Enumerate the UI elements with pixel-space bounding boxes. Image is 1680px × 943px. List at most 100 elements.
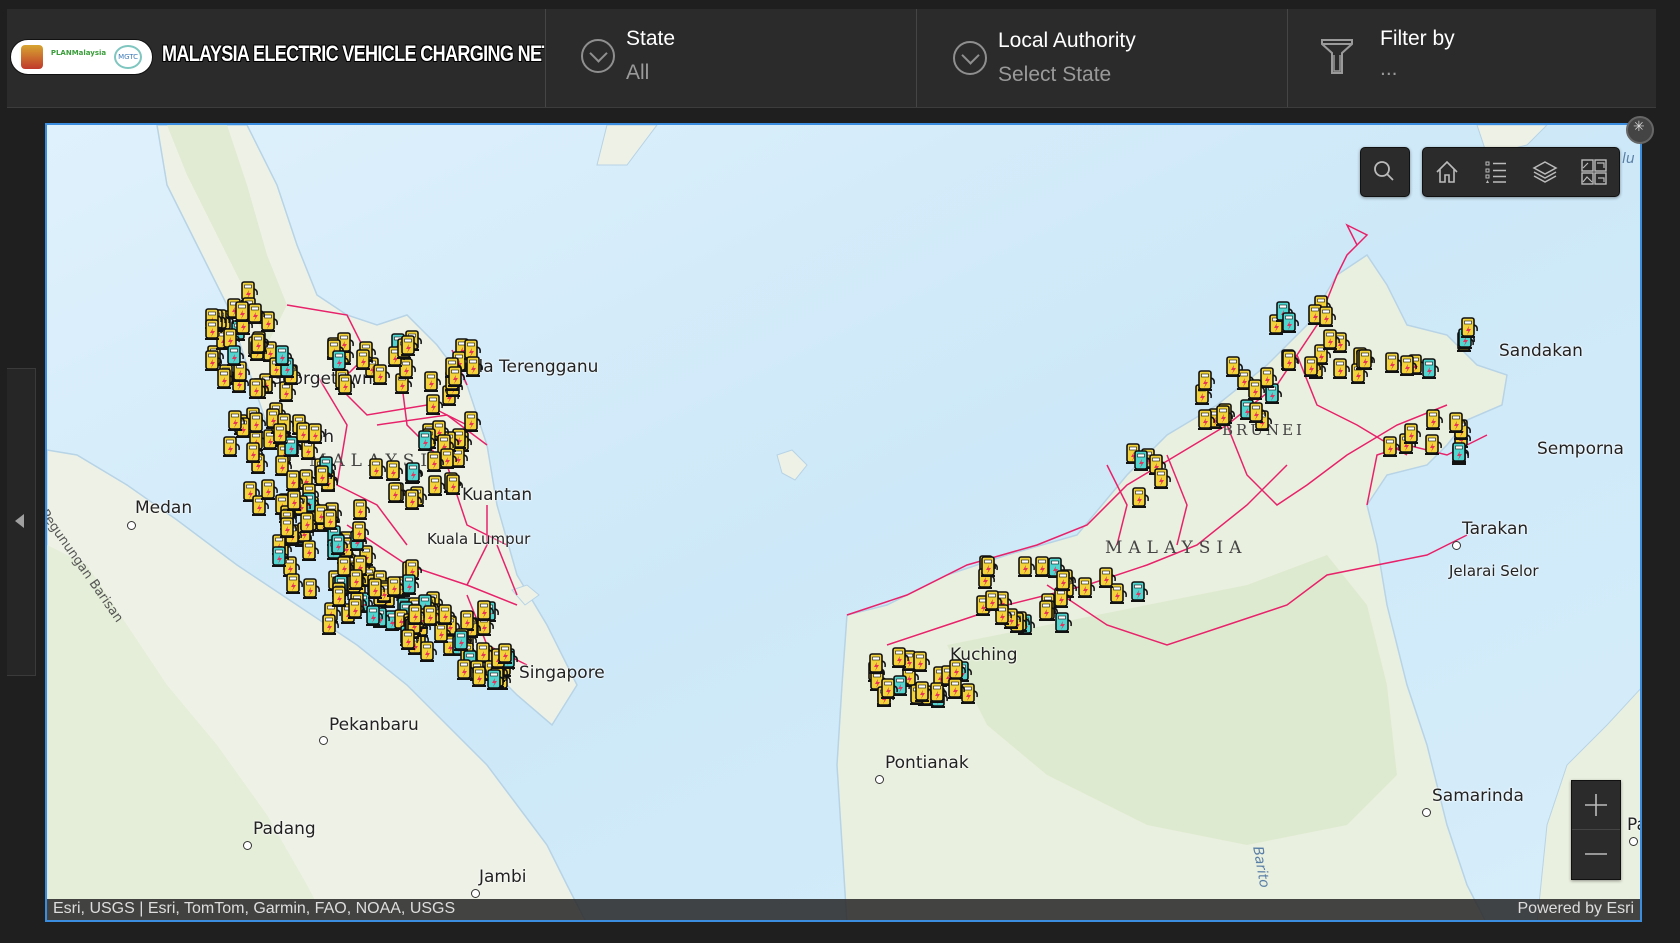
charging-station-marker[interactable]: [222, 436, 240, 458]
charging-station-marker[interactable]: [1038, 599, 1056, 621]
charging-station-marker[interactable]: [273, 423, 291, 445]
side-panel-toggle[interactable]: [7, 368, 36, 676]
charging-station-marker[interactable]: [477, 600, 495, 622]
charging-station-marker[interactable]: [279, 517, 297, 539]
charging-station-marker[interactable]: [981, 556, 999, 577]
charging-station-marker[interactable]: [406, 461, 423, 483]
charging-station-marker[interactable]: [427, 450, 445, 472]
exit-fullscreen-button[interactable]: [1626, 116, 1654, 144]
charging-station-marker[interactable]: [1098, 566, 1116, 588]
charging-station-marker[interactable]: [272, 545, 290, 567]
charging-station-marker[interactable]: [914, 681, 932, 702]
charging-station-marker[interactable]: [868, 653, 886, 674]
charging-station-marker[interactable]: [1385, 352, 1403, 374]
charging-station-marker[interactable]: [400, 629, 418, 651]
charging-station-marker[interactable]: [1131, 581, 1149, 602]
charging-station-marker[interactable]: [260, 479, 278, 500]
charging-station-marker[interactable]: [1461, 317, 1479, 339]
charging-station-marker[interactable]: [1282, 312, 1300, 333]
zoom-out-button[interactable]: [1572, 830, 1620, 878]
charging-station-marker[interactable]: [1248, 379, 1265, 401]
charging-station-marker[interactable]: [385, 459, 403, 481]
charging-station-marker[interactable]: [1383, 436, 1401, 457]
charging-station-marker[interactable]: [400, 335, 418, 357]
charging-station-marker[interactable]: [355, 349, 373, 371]
charging-station-marker[interactable]: [287, 490, 304, 512]
charging-station-marker[interactable]: [204, 318, 222, 340]
charging-station-marker[interactable]: [880, 677, 898, 699]
charging-station-marker[interactable]: [891, 647, 909, 669]
charging-station-marker[interactable]: [465, 356, 483, 378]
charging-station-marker[interactable]: [1077, 576, 1095, 598]
charging-station-marker[interactable]: [437, 604, 455, 625]
charging-station-marker[interactable]: [985, 590, 1003, 611]
charging-station-marker[interactable]: [405, 488, 422, 510]
charging-station-marker[interactable]: [386, 575, 404, 597]
charging-station-marker[interactable]: [1034, 556, 1052, 578]
charging-station-marker[interactable]: [1197, 408, 1215, 430]
charging-station-marker[interactable]: [331, 534, 349, 556]
charging-station-marker[interactable]: [1056, 570, 1074, 591]
charging-station-marker[interactable]: [387, 482, 405, 504]
attribution-text[interactable]: Esri, USGS | Esri, TomTom, Garmin, FAO, …: [53, 900, 455, 918]
charging-station-marker[interactable]: [286, 573, 304, 594]
basemap-gallery-button[interactable]: [1570, 148, 1618, 196]
charging-station-marker[interactable]: [424, 370, 441, 392]
charging-station-marker[interactable]: [1448, 412, 1466, 433]
charging-station-marker[interactable]: [1281, 350, 1299, 371]
charging-station-marker[interactable]: [348, 598, 366, 620]
charging-station-marker[interactable]: [332, 350, 350, 372]
charging-station-marker[interactable]: [1323, 329, 1341, 351]
local-authority-selector[interactable]: Local Authority Select State: [953, 9, 1283, 107]
charging-station-marker[interactable]: [302, 540, 320, 562]
charging-station-marker[interactable]: [337, 374, 355, 395]
charging-station-marker[interactable]: [275, 345, 293, 367]
charging-station-marker[interactable]: [351, 521, 369, 542]
charging-station-marker[interactable]: [373, 363, 391, 385]
charging-station-marker[interactable]: [323, 509, 341, 531]
charging-station-marker[interactable]: [1357, 348, 1375, 370]
layers-button[interactable]: [1521, 148, 1569, 196]
zoom-in-button[interactable]: [1572, 781, 1620, 830]
charging-station-marker[interactable]: [1054, 612, 1072, 634]
charging-station-marker[interactable]: [420, 641, 438, 663]
charging-station-marker[interactable]: [428, 474, 446, 496]
charging-station-marker[interactable]: [1404, 423, 1422, 445]
legend-button[interactable]: [1472, 148, 1520, 196]
charging-station-marker[interactable]: [912, 651, 930, 673]
charging-station-marker[interactable]: [407, 603, 425, 625]
charging-station-marker[interactable]: [1425, 409, 1443, 431]
charging-station-marker[interactable]: [487, 669, 505, 691]
charging-station-marker[interactable]: [217, 368, 235, 390]
charging-station-marker[interactable]: [1225, 355, 1243, 377]
charging-station-marker[interactable]: [425, 393, 443, 415]
charging-station-marker[interactable]: [365, 605, 383, 627]
charging-station-marker[interactable]: [299, 512, 317, 533]
charging-station-marker[interactable]: [308, 423, 326, 444]
charging-station-marker[interactable]: [497, 643, 515, 664]
charging-station-marker[interactable]: [1216, 404, 1234, 426]
map-view[interactable]: MALAYSIA MALAYSIA BRUNEI Pegunungan Bari…: [45, 123, 1642, 922]
charging-station-marker[interactable]: [1198, 369, 1216, 391]
charging-station-marker[interactable]: [1017, 555, 1035, 577]
charging-station-marker[interactable]: [286, 470, 304, 492]
charging-station-marker[interactable]: [1304, 356, 1322, 378]
charging-station-marker[interactable]: [947, 678, 965, 700]
powered-by-esri[interactable]: Powered by Esri: [1518, 900, 1635, 918]
charging-station-marker[interactable]: [322, 613, 340, 635]
state-selector[interactable]: State All: [581, 9, 911, 107]
charging-station-marker[interactable]: [367, 578, 385, 599]
charging-station-marker[interactable]: [448, 365, 466, 387]
charging-station-marker[interactable]: [369, 457, 387, 479]
charging-station-marker[interactable]: [1421, 358, 1439, 380]
charging-station-marker[interactable]: [1451, 441, 1469, 463]
charging-station-marker[interactable]: [453, 629, 471, 651]
charging-station-marker[interactable]: [1333, 357, 1351, 379]
charging-station-marker[interactable]: [331, 586, 349, 608]
charging-station-marker[interactable]: [248, 412, 266, 433]
charging-station-marker[interactable]: [1131, 487, 1149, 509]
charging-station-marker[interactable]: [1154, 468, 1172, 490]
charging-station-marker[interactable]: [456, 659, 474, 681]
charging-station-marker[interactable]: [336, 555, 354, 577]
filter-by-selector[interactable]: Filter by ...: [1320, 9, 1650, 107]
